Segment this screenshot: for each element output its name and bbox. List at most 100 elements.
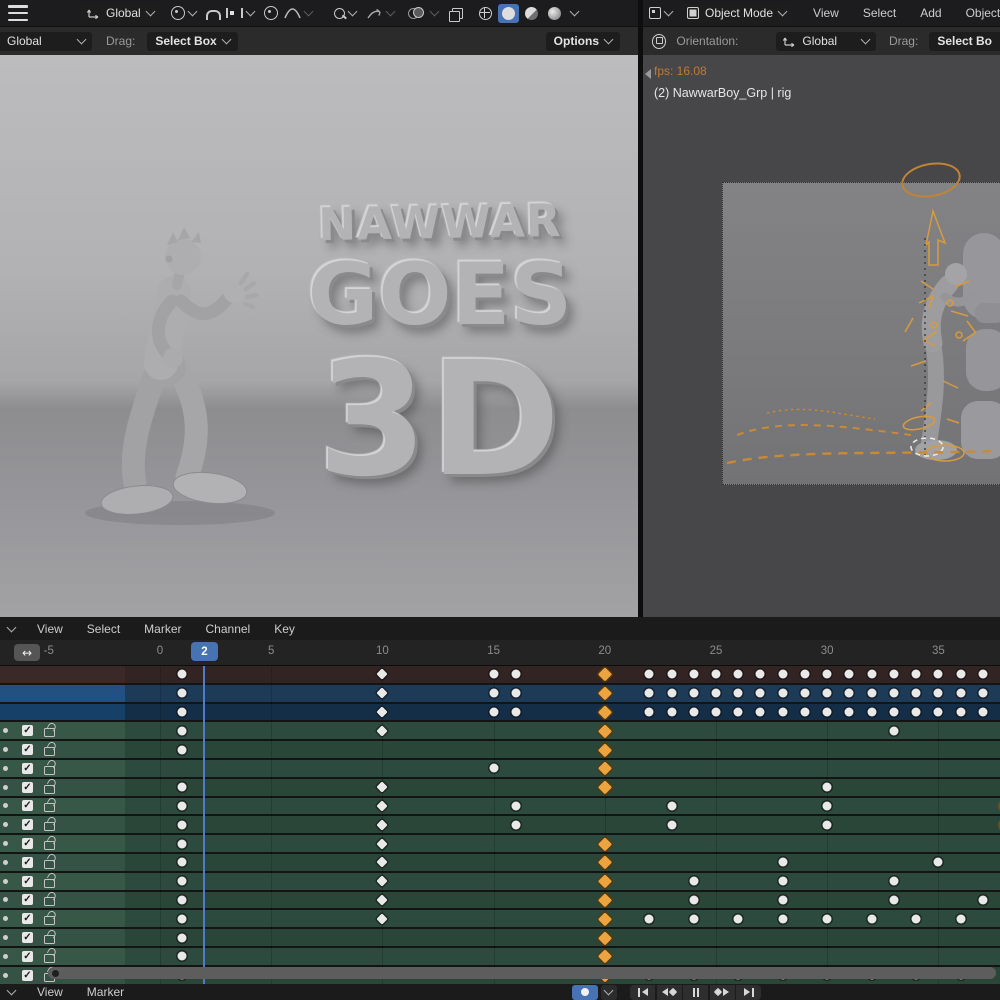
channel-header-2[interactable] bbox=[0, 704, 126, 721]
channel-enable-checkbox[interactable]: ✓ bbox=[22, 894, 33, 905]
channel-row-channel-15[interactable]: ✓ bbox=[0, 948, 1000, 967]
selected-keyframe-frame-20[interactable] bbox=[598, 686, 611, 699]
selected-keyframe-frame-20[interactable] bbox=[598, 780, 611, 793]
keyframe-free-frame-10[interactable] bbox=[377, 706, 388, 717]
keyframe-frame-32[interactable] bbox=[867, 689, 876, 698]
keyframe-frame-16[interactable] bbox=[511, 689, 520, 698]
menu-view[interactable]: View bbox=[801, 6, 851, 20]
keyframe-frame-25[interactable] bbox=[712, 689, 721, 698]
keyframe-lane-12[interactable] bbox=[125, 892, 1000, 909]
menu-marker[interactable]: Marker bbox=[132, 622, 193, 636]
selected-keyframe-frame-20[interactable] bbox=[598, 931, 611, 944]
tool-orientation-dropdown[interactable]: Global bbox=[0, 32, 92, 51]
keyframe-free-frame-10[interactable] bbox=[377, 876, 388, 887]
keyframe-free-frame-10[interactable] bbox=[377, 857, 388, 868]
keyframe-lane-0[interactable] bbox=[125, 666, 1000, 683]
xray-toggle[interactable] bbox=[408, 8, 438, 19]
channel-header-13[interactable]: ✓ bbox=[0, 910, 126, 927]
unlock-icon[interactable] bbox=[44, 954, 55, 963]
keyframe-lane-4[interactable] bbox=[125, 741, 1000, 758]
keyframe-frame-30[interactable] bbox=[823, 801, 832, 810]
channel-row-object-1[interactable] bbox=[0, 685, 1000, 704]
keyframe-frame-22[interactable] bbox=[645, 914, 654, 923]
keyframe-frame-22[interactable] bbox=[645, 707, 654, 716]
channel-enable-checkbox[interactable]: ✓ bbox=[22, 876, 33, 887]
keyframe-frame-15[interactable] bbox=[489, 670, 498, 679]
select-box-tool-button[interactable]: Select Bo bbox=[929, 32, 1000, 51]
keyframe-frame-23[interactable] bbox=[667, 670, 676, 679]
keyframe-free-frame-10[interactable] bbox=[377, 894, 388, 905]
menu-add[interactable]: Add bbox=[908, 6, 953, 20]
channel-enable-checkbox[interactable]: ✓ bbox=[22, 763, 33, 774]
keyframe-frame-34[interactable] bbox=[912, 670, 921, 679]
keyframe-frame-30[interactable] bbox=[823, 670, 832, 679]
transform-orientation-dropdown[interactable]: Global bbox=[80, 4, 161, 23]
keyframe-free-frame-10[interactable] bbox=[377, 725, 388, 736]
selected-keyframe-frame-20[interactable] bbox=[598, 912, 611, 925]
keyframe-frame-29[interactable] bbox=[800, 707, 809, 716]
keyframe-frame-16[interactable] bbox=[511, 820, 520, 829]
channel-enable-checkbox[interactable]: ✓ bbox=[22, 744, 33, 755]
keyframe-frame-24[interactable] bbox=[689, 689, 698, 698]
keyframe-frame-37[interactable] bbox=[978, 707, 987, 716]
keyframe-frame-33[interactable] bbox=[889, 726, 898, 735]
channel-enable-checkbox[interactable]: ✓ bbox=[22, 970, 33, 981]
keyframe-frame-1[interactable] bbox=[178, 858, 187, 867]
channel-row-channel-7[interactable]: ✓ bbox=[0, 798, 1000, 817]
keyframe-frame-34[interactable] bbox=[912, 689, 921, 698]
keyframe-frame-28[interactable] bbox=[778, 914, 787, 923]
menu-view[interactable]: View bbox=[25, 985, 75, 999]
keyframe-frame-24[interactable] bbox=[689, 895, 698, 904]
keyframe-frame-27[interactable] bbox=[756, 707, 765, 716]
keyframe-free-frame-10[interactable] bbox=[377, 800, 388, 811]
keyframe-frame-33[interactable] bbox=[889, 707, 898, 716]
keyframe-lane-1[interactable] bbox=[125, 685, 1000, 702]
unlock-icon[interactable] bbox=[44, 841, 55, 850]
keyframe-lane-7[interactable] bbox=[125, 798, 1000, 815]
channel-header-3[interactable]: ✓ bbox=[0, 722, 126, 739]
keyframe-frame-32[interactable] bbox=[867, 707, 876, 716]
proportional-editing-toggle[interactable] bbox=[264, 6, 278, 20]
channel-header-6[interactable]: ✓ bbox=[0, 779, 126, 796]
keyframe-frame-15[interactable] bbox=[489, 764, 498, 773]
channel-row-summary-0[interactable] bbox=[0, 666, 1000, 685]
channel-enable-checkbox[interactable]: ✓ bbox=[22, 932, 33, 943]
channel-row-channel-3[interactable]: ✓ bbox=[0, 722, 1000, 741]
keyframe-frame-1[interactable] bbox=[178, 895, 187, 904]
menu-channel[interactable]: Channel bbox=[194, 622, 263, 636]
keyframe-frame-1[interactable] bbox=[178, 707, 187, 716]
keyframe-frame-24[interactable] bbox=[689, 877, 698, 886]
keyframe-frame-22[interactable] bbox=[645, 689, 654, 698]
overlays-dropdown[interactable] bbox=[366, 7, 394, 20]
keyframe-free-frame-10[interactable] bbox=[377, 669, 388, 680]
options-dropdown[interactable]: Options bbox=[546, 32, 620, 51]
playhead-line[interactable] bbox=[203, 666, 205, 984]
channel-row-channel-10[interactable]: ✓ bbox=[0, 854, 1000, 873]
keyframe-frame-30[interactable] bbox=[823, 914, 832, 923]
keyframe-frame-23[interactable] bbox=[667, 689, 676, 698]
keyframe-frame-1[interactable] bbox=[178, 801, 187, 810]
keyframe-frame-24[interactable] bbox=[689, 914, 698, 923]
channel-header-9[interactable]: ✓ bbox=[0, 835, 126, 852]
object-mode-dropdown[interactable]: Object Mode bbox=[680, 4, 793, 23]
keyframe-frame-23[interactable] bbox=[667, 820, 676, 829]
unlock-icon[interactable] bbox=[44, 747, 55, 756]
keyframe-frame-36[interactable] bbox=[956, 707, 965, 716]
shading-solid-button[interactable] bbox=[498, 4, 519, 23]
keyframe-frame-1[interactable] bbox=[178, 914, 187, 923]
keyframe-frame-30[interactable] bbox=[823, 783, 832, 792]
keyframe-frame-1[interactable] bbox=[178, 745, 187, 754]
keyframe-frame-15[interactable] bbox=[489, 707, 498, 716]
falloff-dropdown[interactable] bbox=[284, 7, 312, 19]
keyframe-lane-13[interactable] bbox=[125, 910, 1000, 927]
channel-row-channel-4[interactable]: ✓ bbox=[0, 741, 1000, 760]
menu-marker[interactable]: Marker bbox=[75, 985, 136, 999]
menu-key[interactable]: Key bbox=[262, 622, 307, 636]
keyframe-frame-26[interactable] bbox=[734, 914, 743, 923]
keyframe-frame-28[interactable] bbox=[778, 689, 787, 698]
selected-keyframe-frame-20[interactable] bbox=[598, 893, 611, 906]
keyframe-frame-34[interactable] bbox=[912, 914, 921, 923]
render-region-toggle[interactable] bbox=[452, 8, 463, 19]
keyframe-lane-6[interactable] bbox=[125, 779, 1000, 796]
keyframe-frame-25[interactable] bbox=[712, 707, 721, 716]
